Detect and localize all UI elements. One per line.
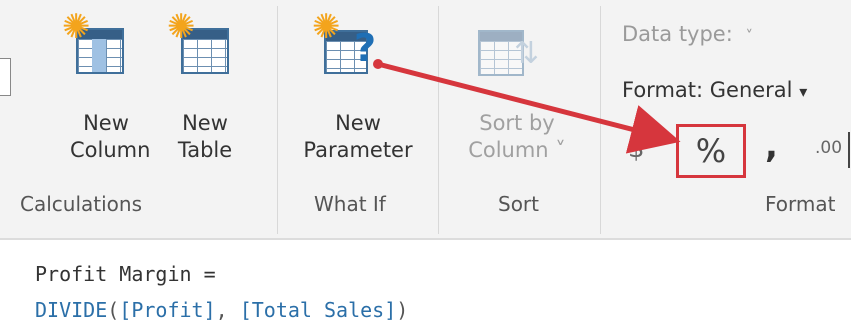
calculations-group-label: Calculations bbox=[20, 192, 142, 216]
new-column-icon: ✺ bbox=[62, 10, 126, 76]
formula-arg-total-sales: [Total Sales] bbox=[239, 298, 397, 322]
new-column-label-line2: Column bbox=[70, 138, 151, 162]
data-type-caret-icon: ˅ bbox=[745, 27, 754, 45]
new-column-label-line1: New bbox=[83, 111, 129, 135]
percent-format-button[interactable]: % bbox=[676, 124, 746, 178]
format-caret-icon: ▾ bbox=[799, 82, 808, 101]
sort-by-column-label-line1: Sort by bbox=[479, 111, 555, 135]
new-parameter-label-line2: Parameter bbox=[303, 138, 413, 162]
data-type-dropdown[interactable]: Data type: ˅ bbox=[622, 22, 753, 46]
sort-by-column-icon: ⇅ bbox=[478, 22, 540, 80]
sort-by-column-label-line2: Column ˅ bbox=[468, 138, 566, 162]
group-separator bbox=[600, 6, 601, 234]
decimal-places-button[interactable]: .00 bbox=[815, 138, 842, 158]
formula-line-2: DIVIDE([Profit], [Total Sales]) bbox=[35, 298, 408, 322]
formula-function: DIVIDE bbox=[35, 298, 108, 322]
formula-close-paren: ) bbox=[396, 298, 409, 322]
formula-line-1: Profit Margin = bbox=[35, 262, 216, 286]
what-if-group-label: What If bbox=[314, 192, 386, 216]
new-table-label-line1: New bbox=[182, 111, 228, 135]
sort-group-label: Sort bbox=[498, 192, 539, 216]
ribbon-left-stub bbox=[0, 58, 11, 96]
new-table-label-line2: Table bbox=[177, 138, 233, 162]
group-separator bbox=[277, 6, 278, 234]
new-table-icon: ✺ bbox=[167, 10, 231, 76]
new-parameter-label-line1: New bbox=[335, 111, 381, 135]
group-separator bbox=[438, 6, 439, 234]
new-parameter-icon: ✺ ? bbox=[312, 10, 388, 78]
format-label: Format: General bbox=[622, 78, 793, 102]
format-dropdown[interactable]: Format: General ▾ bbox=[622, 78, 807, 102]
data-type-label: Data type: bbox=[622, 22, 733, 46]
formula-arg-profit: [Profit] bbox=[119, 298, 216, 322]
ribbon-divider bbox=[0, 238, 851, 240]
formula-separator: , bbox=[215, 298, 240, 322]
formula-open-paren: ( bbox=[107, 298, 120, 322]
comma-style-button[interactable]: , bbox=[765, 126, 778, 166]
format-group-label: Format bbox=[765, 192, 836, 216]
currency-format-button[interactable]: $ bbox=[628, 134, 645, 164]
format-separator bbox=[848, 132, 850, 168]
